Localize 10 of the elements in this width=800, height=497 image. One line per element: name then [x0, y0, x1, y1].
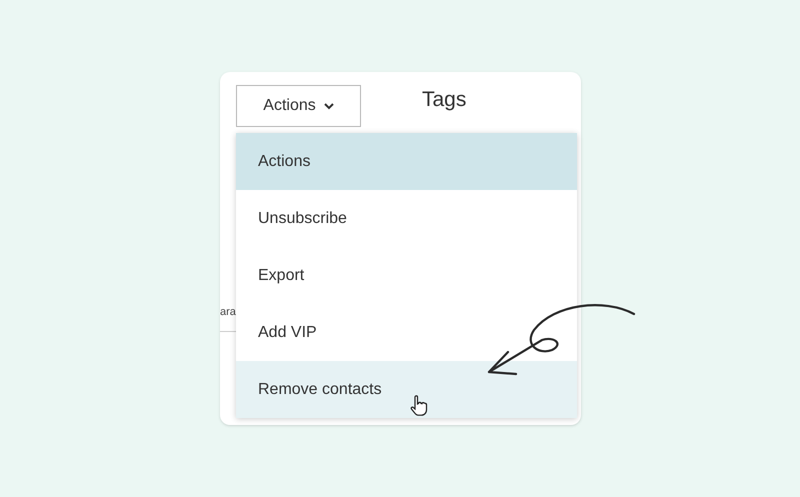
- background-text: ara: [220, 306, 236, 318]
- menu-item[interactable]: Unsubscribe: [236, 190, 577, 247]
- tags-heading: Tags: [422, 87, 466, 113]
- menu-item[interactable]: Actions: [236, 133, 577, 190]
- actions-dropdown-button[interactable]: Actions: [236, 85, 361, 127]
- menu-item[interactable]: Add VIP: [236, 304, 577, 361]
- hand-cursor-icon: [410, 395, 428, 417]
- menu-item[interactable]: Remove contacts: [236, 361, 577, 418]
- menu-item[interactable]: Export: [236, 247, 577, 304]
- chevron-down-icon: [324, 102, 334, 110]
